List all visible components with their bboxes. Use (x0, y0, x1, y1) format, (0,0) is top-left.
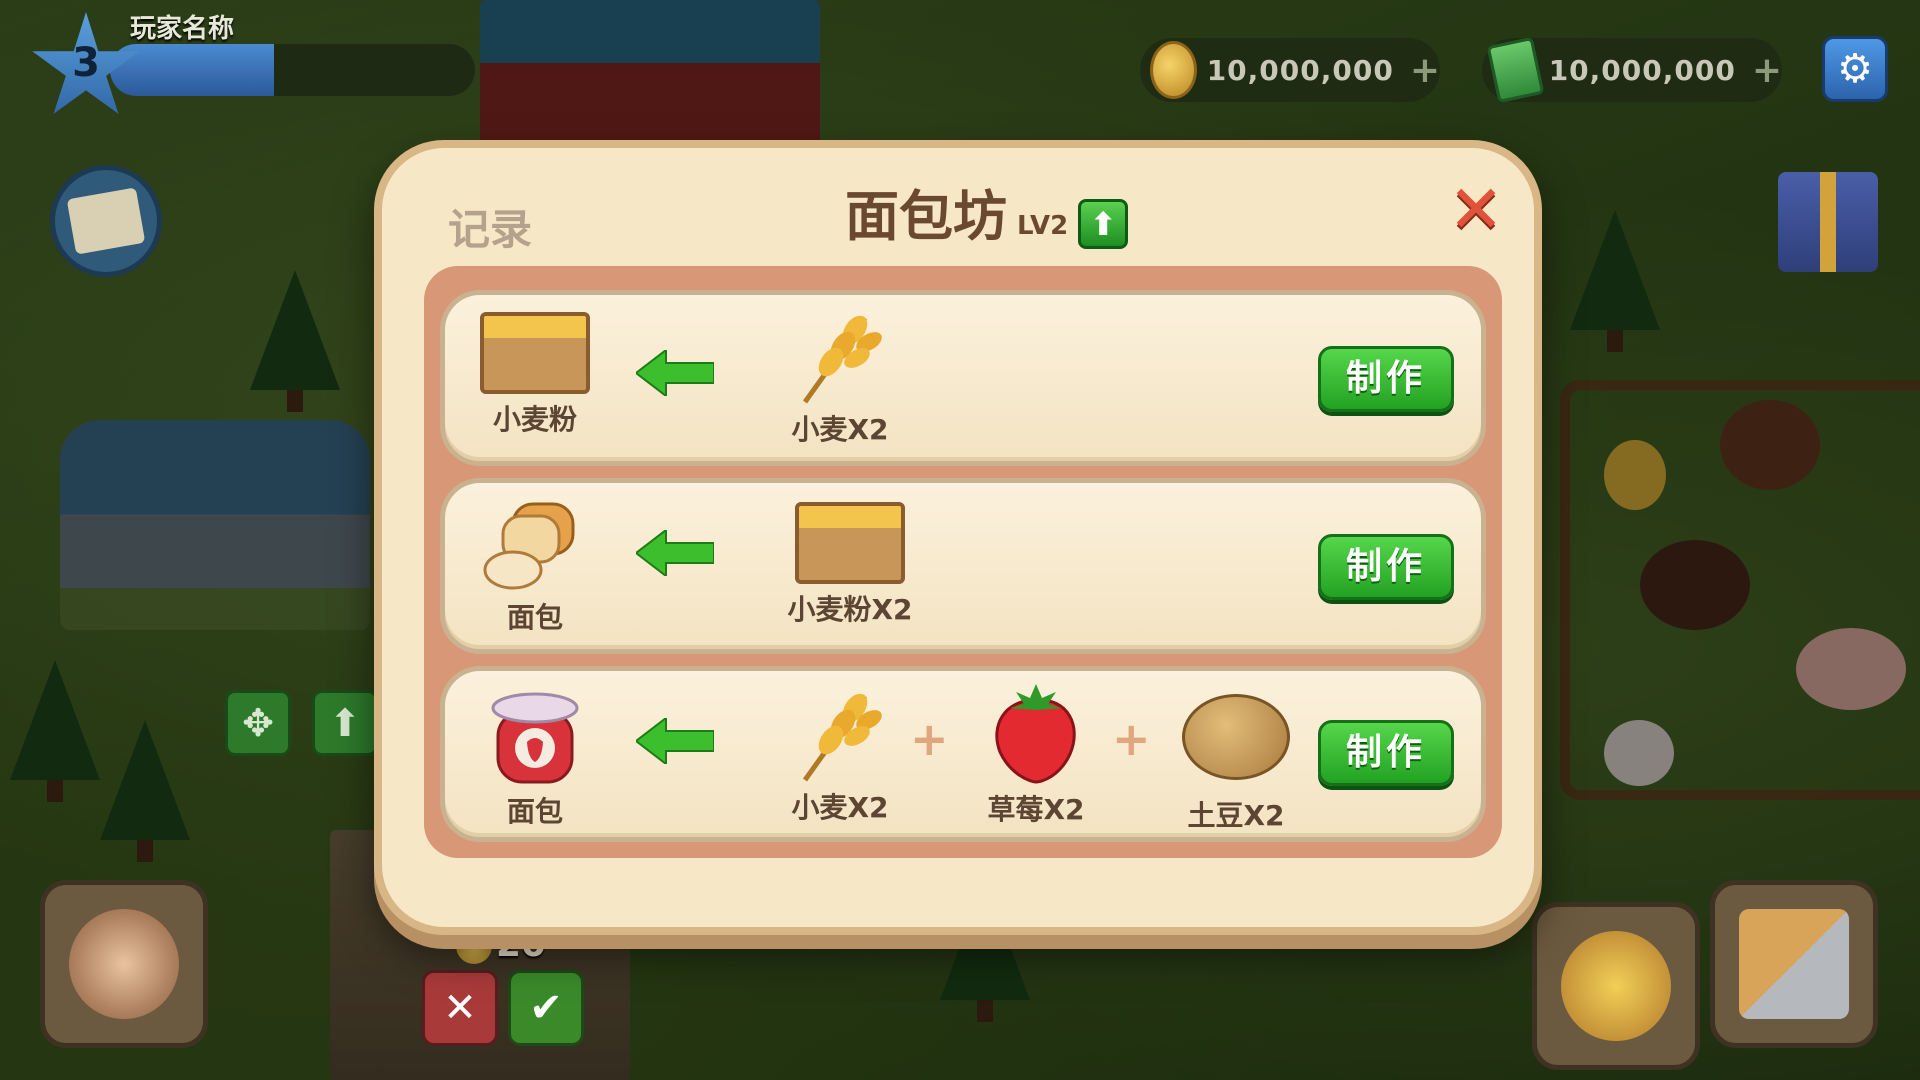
arrow-up-icon: ⬆ (329, 701, 361, 745)
cancel-placement-button[interactable]: ✕ (422, 970, 498, 1046)
scroll-icon (66, 187, 146, 255)
product-label: 小麦粉 (492, 403, 577, 436)
ingredient-label: 小麦X2 (791, 791, 889, 824)
records-tab[interactable]: 记录 (448, 196, 532, 257)
recipe-ingredient: 小麦X2 (770, 686, 910, 826)
cash-amount: 10,000,000 (1548, 53, 1736, 87)
wheat-icon (802, 693, 882, 782)
add-coins-button[interactable]: + (1410, 50, 1440, 91)
build-tools-button[interactable] (1710, 880, 1878, 1048)
make-button[interactable]: 制作 (1318, 720, 1454, 786)
ingredient-label: 草莓X2 (987, 793, 1085, 826)
settings-button[interactable]: ⚙ (1822, 36, 1888, 102)
ingredient-label: 小麦X2 (791, 413, 889, 446)
recipe-ingredient: 小麦X2 (770, 308, 910, 448)
player-name: 玩家名称 (130, 14, 235, 44)
friends-avatar-icon (69, 909, 179, 1019)
chicken-icon (1561, 931, 1671, 1041)
player-level: 3 (72, 40, 100, 86)
coin-amount: 10,000,000 (1206, 53, 1394, 87)
arrow-left-icon (636, 350, 714, 396)
coin-counter[interactable]: 10,000,000 + (1140, 38, 1440, 102)
arrow-left-icon (636, 530, 714, 576)
confirm-placement-button[interactable]: ✔ (508, 970, 584, 1046)
arrow-up-icon: ⬆ (1089, 205, 1117, 243)
cash-icon (1486, 36, 1545, 104)
xp-progress-bar (110, 44, 475, 96)
upgrade-button[interactable]: ⬆ (1078, 199, 1129, 249)
quest-scroll-button[interactable] (50, 165, 162, 277)
wheat-icon (802, 315, 882, 404)
close-icon: ✕ (1448, 171, 1504, 248)
plus-icon: + (1112, 712, 1151, 766)
move-button[interactable]: ✥ (225, 690, 291, 756)
friends-button[interactable] (40, 880, 208, 1048)
recipe-ingredient: 土豆X2 (1166, 688, 1306, 834)
ingredient-label: 土豆X2 (1187, 799, 1285, 832)
flour-crate-icon (795, 502, 905, 584)
make-button[interactable]: 制作 (1318, 534, 1454, 600)
strawberry-icon (995, 684, 1076, 784)
saw-icon (1739, 909, 1849, 1019)
gift-box-button[interactable] (1778, 172, 1878, 272)
recipe-ingredient: 草莓X2 (966, 676, 1106, 828)
checkmark-icon: ✔ (529, 985, 563, 1031)
ingredient-label: 小麦粉X2 (787, 593, 913, 626)
chicken-shop-button[interactable] (1532, 902, 1700, 1070)
product-label: 面包 (506, 601, 563, 634)
gear-icon: ⚙ (1837, 46, 1873, 92)
close-button[interactable]: ✕ (1446, 177, 1506, 243)
product-label: 面包 (506, 795, 563, 828)
recipe-ingredient: 小麦粉X2 (770, 502, 930, 628)
arrow-left-icon (636, 718, 714, 764)
make-button[interactable]: 制作 (1318, 346, 1454, 412)
plus-icon: + (910, 712, 949, 766)
cash-counter[interactable]: 10,000,000 + (1482, 36, 1782, 104)
add-cash-button[interactable]: + (1752, 50, 1782, 91)
bread-icon (483, 502, 575, 590)
building-name: 面包坊 (845, 185, 1007, 248)
dialog-title: 面包坊 LV2 ⬆ (845, 172, 1129, 251)
recipe-product: 面包 (470, 498, 600, 636)
recipe-product: 小麦粉 (470, 312, 600, 438)
recipe-product: 面包 (470, 684, 600, 830)
jam-jar-icon (491, 692, 579, 784)
building-level: LV2 (1017, 211, 1069, 241)
potato-icon (1182, 694, 1290, 780)
move-arrows-icon: ✥ (242, 701, 274, 745)
flour-crate-icon (480, 312, 590, 394)
upgrade-building-button[interactable]: ⬆ (312, 690, 378, 756)
close-icon: ✕ (443, 985, 477, 1031)
coin-icon (1150, 41, 1197, 99)
